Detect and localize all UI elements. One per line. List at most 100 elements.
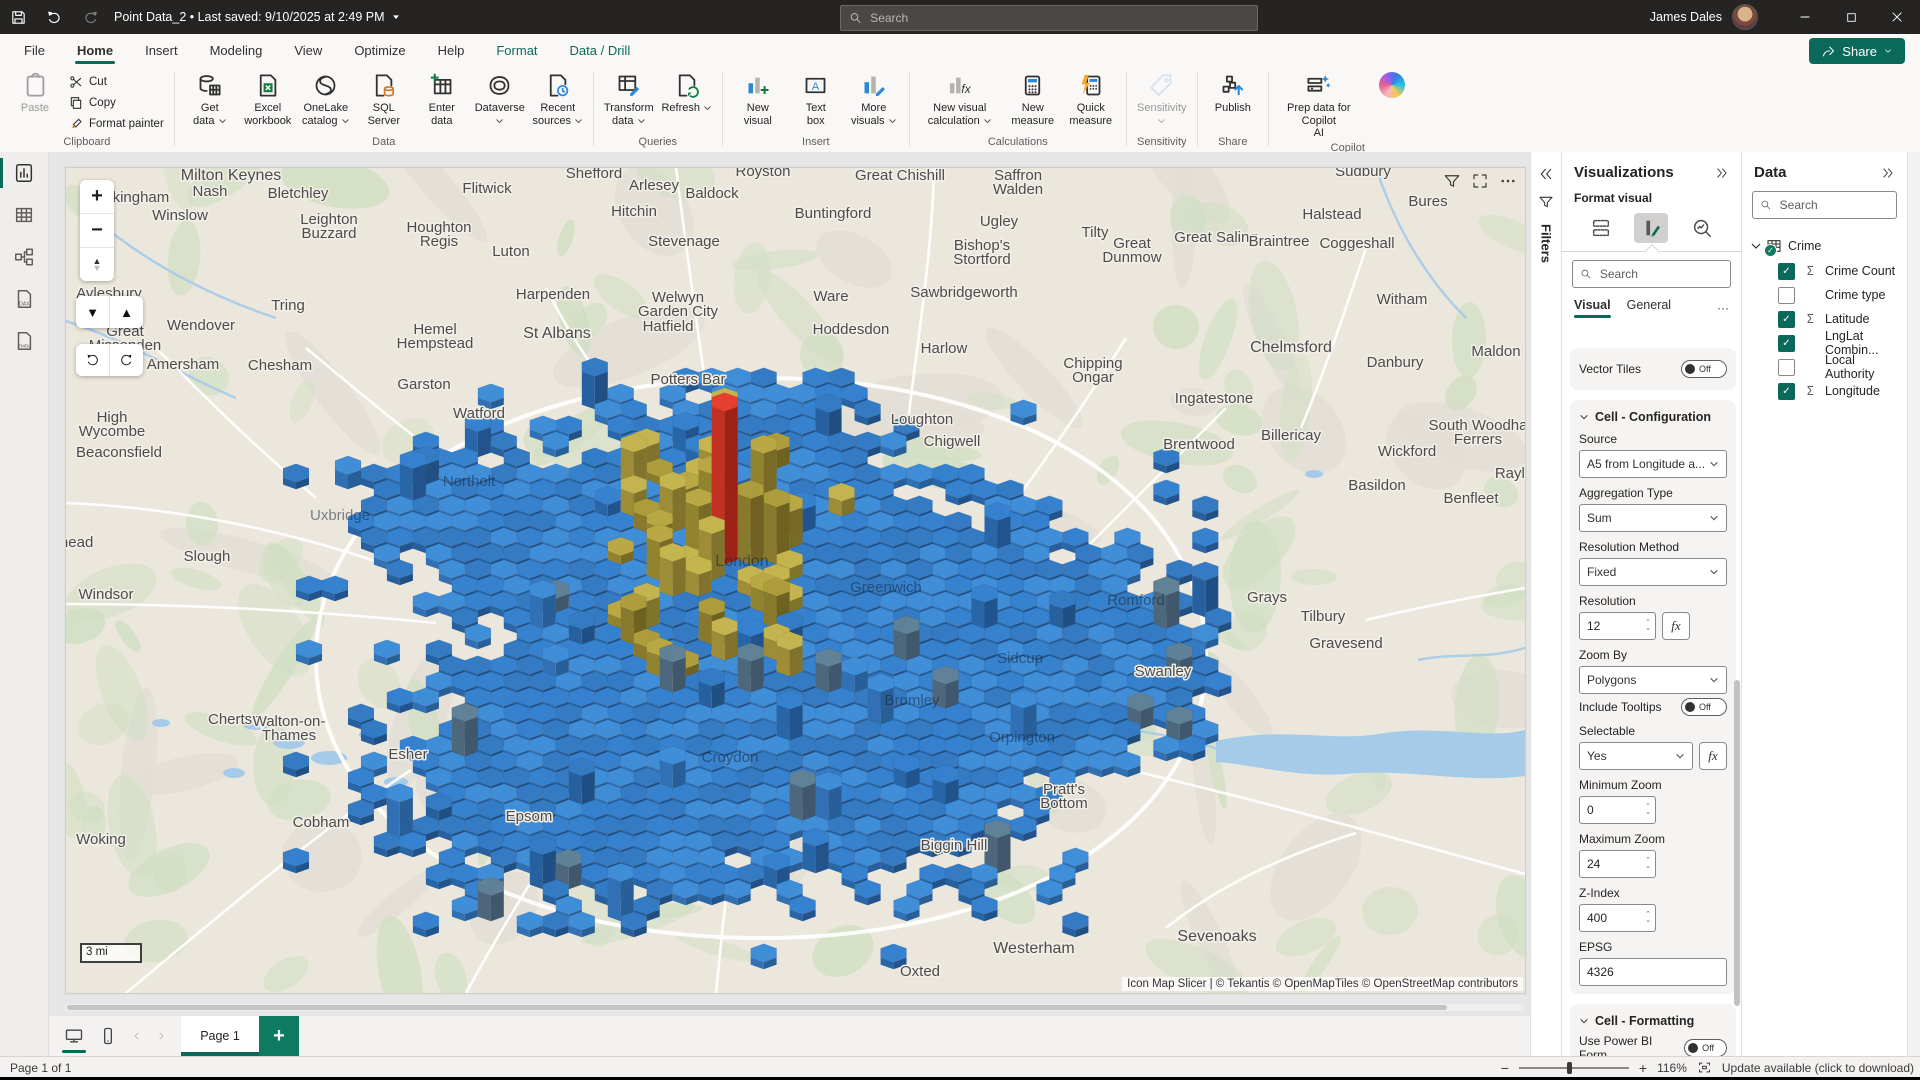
update-available-link[interactable]: Update available (click to download) bbox=[1722, 1061, 1914, 1075]
map-visual[interactable]: LondonNortholtUxbridgeGreenwichRomfordSi… bbox=[66, 168, 1525, 993]
focus-mode-icon[interactable] bbox=[1471, 172, 1489, 190]
more-format-options-icon[interactable]: ··· bbox=[1717, 301, 1729, 315]
publish-button[interactable]: Publish bbox=[1204, 68, 1262, 115]
next-page-arrow[interactable] bbox=[149, 1016, 173, 1056]
filter-icon[interactable] bbox=[1538, 194, 1554, 210]
format-pane-scrollbar[interactable] bbox=[1734, 680, 1740, 1006]
share-button[interactable]: Share bbox=[1809, 38, 1905, 64]
collapse-pane-icon[interactable] bbox=[1881, 166, 1895, 180]
menu-tab-view[interactable]: View bbox=[278, 34, 338, 66]
z-index-spinner[interactable]: 400⌃⌄ bbox=[1579, 904, 1656, 932]
resolution-fx-button[interactable]: fx bbox=[1662, 612, 1690, 640]
menu-tab-help[interactable]: Help bbox=[422, 34, 481, 66]
table-crime[interactable]: ✓Crime bbox=[1750, 233, 1899, 259]
search-input[interactable] bbox=[868, 10, 1249, 26]
zoom-by-dropdown[interactable]: Polygons bbox=[1579, 666, 1727, 694]
selectable-dropdown[interactable]: Yes bbox=[1579, 742, 1693, 770]
field-longitude[interactable]: ✓ΣLongitude bbox=[1750, 379, 1899, 403]
rotate-cw-button[interactable] bbox=[110, 344, 143, 376]
menu-tab-file[interactable]: File bbox=[8, 34, 61, 66]
fit-to-page-icon[interactable] bbox=[1697, 1060, 1712, 1075]
sidebar-item-table-view[interactable] bbox=[0, 194, 48, 236]
filters-pane-label[interactable]: Filters bbox=[1539, 224, 1554, 263]
expand-filters-icon[interactable] bbox=[1538, 166, 1554, 182]
redo-icon[interactable] bbox=[79, 6, 101, 28]
card-title[interactable]: Cell - Formatting bbox=[1579, 1014, 1727, 1028]
maximum-zoom-spinner[interactable]: 24⌃⌄ bbox=[1579, 850, 1656, 878]
menu-tab-insert[interactable]: Insert bbox=[129, 34, 194, 66]
tab-visual[interactable]: Visual bbox=[1574, 298, 1611, 318]
field-checkbox[interactable] bbox=[1778, 287, 1795, 304]
format-painter-button[interactable]: Format painter bbox=[64, 113, 168, 134]
pitch-up-button[interactable]: ▲ bbox=[110, 296, 143, 328]
dataverse-button[interactable]: Dataverse bbox=[471, 68, 529, 127]
canvas-horizontal-scrollbar[interactable] bbox=[65, 1004, 1524, 1011]
menu-tab-home[interactable]: Home bbox=[61, 34, 129, 66]
undo-icon[interactable] bbox=[43, 6, 65, 28]
copy-button[interactable]: Copy bbox=[64, 92, 168, 113]
format-search-input[interactable] bbox=[1598, 266, 1723, 282]
cut-button[interactable]: Cut bbox=[64, 71, 168, 92]
user-name[interactable]: James Dales bbox=[1650, 10, 1722, 24]
page-tab[interactable]: Page 1 bbox=[181, 1016, 259, 1056]
zoom-level[interactable]: 116% bbox=[1657, 1061, 1687, 1075]
field-checkbox[interactable]: ✓ bbox=[1778, 311, 1795, 328]
refresh-button[interactable]: Refresh bbox=[658, 68, 716, 115]
transform-data-button[interactable]: Transform data bbox=[600, 68, 658, 127]
global-search[interactable] bbox=[840, 5, 1258, 31]
prep-data-for-copilot-ai-button[interactable]: Prep data for Copilot AI bbox=[1275, 68, 1363, 140]
build-visual-tab[interactable] bbox=[1584, 213, 1618, 243]
new-page-button[interactable]: + bbox=[259, 1016, 299, 1056]
mobile-layout-button[interactable] bbox=[91, 1016, 125, 1056]
maximize-button[interactable] bbox=[1828, 0, 1874, 34]
field-checkbox[interactable]: ✓ bbox=[1778, 263, 1795, 280]
field-latitude[interactable]: ✓ΣLatitude bbox=[1750, 307, 1899, 331]
sql-server-button[interactable]: SQL Server bbox=[355, 68, 413, 127]
use-power-bi-form--toggle[interactable]: Off bbox=[1684, 1039, 1727, 1056]
more-visuals-button[interactable]: More visuals bbox=[845, 68, 903, 127]
menu-tab-modeling[interactable]: Modeling bbox=[194, 34, 279, 66]
sensitivity-button[interactable]: Sensitivity bbox=[1133, 68, 1191, 127]
resolution-spinner[interactable]: 12⌃⌄ bbox=[1579, 612, 1656, 640]
recent-sources-button[interactable]: Recent sources bbox=[529, 68, 587, 127]
new-visual-calculation-button[interactable]: fxNew visual calculation bbox=[916, 68, 1004, 127]
zoom-out-button[interactable]: − bbox=[80, 214, 114, 248]
field-checkbox[interactable] bbox=[1778, 359, 1795, 376]
epsg-input[interactable]: 4326 bbox=[1579, 958, 1727, 986]
menu-tab-format[interactable]: Format bbox=[480, 34, 553, 66]
tilt-toggle-button[interactable]: ▲▼ bbox=[80, 248, 114, 281]
enter-data-button[interactable]: Enter data bbox=[413, 68, 471, 127]
selectable-fx-button[interactable]: fx bbox=[1699, 742, 1727, 770]
zoom-out-status-icon[interactable]: − bbox=[1501, 1060, 1509, 1076]
source-dropdown[interactable]: A5 from Longitude a... bbox=[1579, 450, 1727, 478]
avatar[interactable] bbox=[1732, 4, 1758, 30]
field-crime-type[interactable]: Crime type bbox=[1750, 283, 1899, 307]
pitch-down-button[interactable]: ▼ bbox=[76, 296, 110, 328]
sidebar-item-report-view[interactable] bbox=[0, 152, 48, 194]
more-options-icon[interactable] bbox=[1499, 172, 1517, 190]
data-search-input[interactable] bbox=[1778, 197, 1889, 213]
new-measure-button[interactable]: New measure bbox=[1004, 68, 1062, 127]
card-title[interactable]: Cell - Configuration bbox=[1579, 410, 1727, 424]
field-checkbox[interactable]: ✓ bbox=[1778, 335, 1795, 352]
close-button[interactable] bbox=[1874, 0, 1920, 34]
format-search[interactable] bbox=[1572, 260, 1731, 288]
menu-tab-data-drill[interactable]: Data / Drill bbox=[554, 34, 647, 66]
new-visual-button[interactable]: New visual bbox=[729, 68, 787, 127]
menu-tab-optimize[interactable]: Optimize bbox=[338, 34, 421, 66]
document-title[interactable]: Point Data_2 • Last saved: 9/10/2025 at … bbox=[114, 10, 401, 24]
sidebar-item-dax-query-view[interactable]: DAX bbox=[0, 278, 48, 320]
format-visual-tab[interactable] bbox=[1634, 213, 1668, 243]
field-local-authority[interactable]: Local Authority bbox=[1750, 355, 1899, 379]
desktop-layout-button[interactable] bbox=[57, 1016, 91, 1056]
tab-general[interactable]: General bbox=[1627, 298, 1671, 318]
zoom-in-button[interactable]: + bbox=[80, 180, 114, 214]
resolution-method-dropdown[interactable]: Fixed bbox=[1579, 558, 1727, 586]
rotate-ccw-button[interactable] bbox=[76, 344, 110, 376]
analytics-tab[interactable] bbox=[1685, 213, 1719, 243]
zoom-in-status-icon[interactable]: + bbox=[1639, 1060, 1647, 1076]
minimum-zoom-spinner[interactable]: 0⌃⌄ bbox=[1579, 796, 1656, 824]
report-page[interactable]: LondonNortholtUxbridgeGreenwichRomfordSi… bbox=[65, 167, 1526, 994]
include-tooltips-toggle[interactable]: Off bbox=[1681, 698, 1727, 716]
data-search[interactable] bbox=[1752, 191, 1897, 219]
